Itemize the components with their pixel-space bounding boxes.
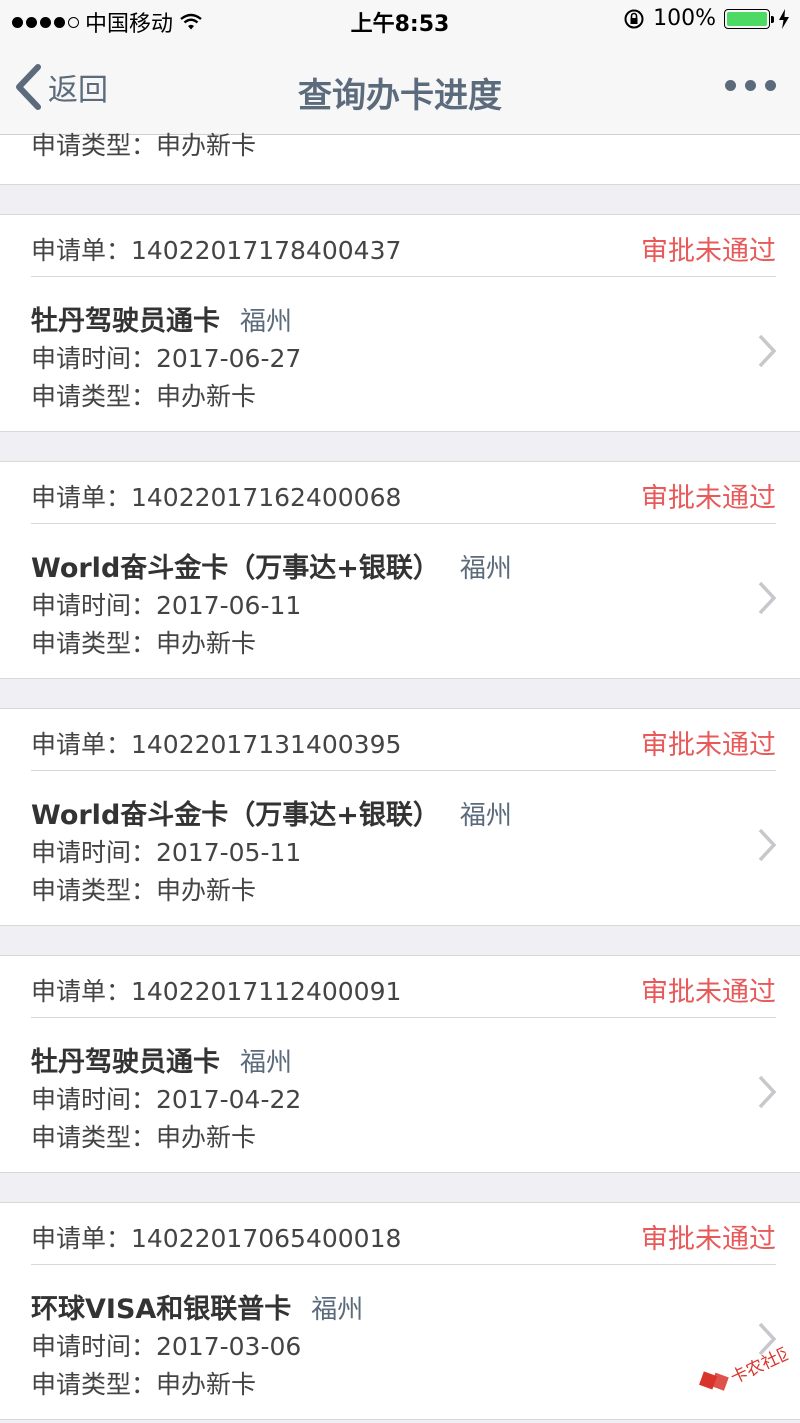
chevron-right-icon: [758, 581, 777, 615]
apply-time: 申请时间：2017-04-22: [31, 1085, 302, 1114]
card-city: 福州: [240, 1048, 293, 1078]
partial-list-item: 申请类型：申办新卡: [0, 133, 800, 185]
apply-time: 申请时间：2017-06-11: [31, 591, 302, 620]
card-name: 环球VISA和银联普卡: [31, 1294, 292, 1325]
apply-type: 申请类型：申办新卡: [31, 1123, 257, 1152]
application-card[interactable]: 申请单：14022017112400091 审批未通过 牡丹驾驶员通卡 福州 申…: [0, 955, 800, 1173]
apply-type: 申请类型：申办新卡: [31, 1370, 257, 1399]
chevron-right-icon: [758, 1075, 777, 1109]
application-card[interactable]: 申请单：14022017178400437 审批未通过 牡丹驾驶员通卡 福州 申…: [0, 214, 800, 432]
status-badge: 审批未通过: [641, 977, 776, 1008]
more-dot-icon: [745, 80, 756, 91]
order-number: 申请单：14022017162400068: [31, 483, 402, 512]
card-name: 牡丹驾驶员通卡: [31, 1047, 220, 1078]
order-number: 申请单：14022017112400091: [31, 977, 402, 1006]
more-button[interactable]: [725, 80, 776, 91]
status-badge: 审批未通过: [641, 730, 776, 761]
nav-bar: 返回 查询办卡进度: [0, 40, 800, 135]
chevron-right-icon: [758, 828, 777, 862]
chevron-right-icon: [758, 334, 777, 368]
card-header: 申请单：14022017065400018 审批未通过: [31, 1203, 776, 1265]
card-name: 牡丹驾驶员通卡: [31, 306, 220, 337]
card-header: 申请单：14022017178400437 审批未通过: [31, 215, 776, 277]
card-city: 福州: [459, 801, 512, 831]
apply-type: 申请类型：申办新卡: [31, 629, 257, 658]
battery-icon: [724, 8, 774, 29]
apply-time: 申请时间：2017-03-06: [31, 1332, 302, 1361]
card-city: 福州: [311, 1295, 364, 1325]
card-header: 申请单：14022017162400068 审批未通过: [31, 462, 776, 524]
more-dot-icon: [725, 80, 736, 91]
application-list: 申请类型：申办新卡 申请单：14022017178400437 审批未通过 牡丹…: [0, 133, 800, 1420]
rotation-lock-icon: [624, 9, 644, 28]
card-city: 福州: [240, 307, 293, 337]
status-badge: 审批未通过: [641, 1224, 776, 1255]
card-city: 福州: [459, 554, 512, 584]
application-card[interactable]: 申请单：14022017065400018 审批未通过 环球VISA和银联普卡 …: [0, 1202, 800, 1420]
apply-type: 申请类型：申办新卡: [31, 131, 257, 160]
application-card[interactable]: 申请单：14022017162400068 审批未通过 World奋斗金卡（万事…: [0, 461, 800, 679]
battery-percent: 100%: [653, 6, 716, 31]
apply-type: 申请类型：申办新卡: [31, 382, 257, 411]
card-header: 申请单：14022017131400395 审批未通过: [31, 709, 776, 771]
card-header: 申请单：14022017112400091 审批未通过: [31, 956, 776, 1018]
battery-group: 100%: [623, 6, 790, 31]
apply-type: 申请类型：申办新卡: [31, 876, 257, 905]
status-badge: 审批未通过: [641, 236, 776, 267]
card-name: World奋斗金卡（万事达+银联）: [31, 800, 440, 831]
page-title: 查询办卡进度: [298, 76, 502, 116]
more-dot-icon: [765, 80, 776, 91]
status-badge: 审批未通过: [641, 483, 776, 514]
order-number: 申请单：14022017131400395: [31, 730, 402, 759]
apply-time: 申请时间：2017-06-27: [31, 344, 302, 373]
order-number: 申请单：14022017065400018: [31, 1224, 402, 1253]
order-number: 申请单：14022017178400437: [31, 236, 402, 265]
card-name: World奋斗金卡（万事达+银联）: [31, 553, 440, 584]
status-bar: 中国移动 上午8:53 100%: [0, 0, 800, 40]
application-card[interactable]: 申请单：14022017131400395 审批未通过 World奋斗金卡（万事…: [0, 708, 800, 926]
charging-bolt-icon: [779, 8, 789, 29]
apply-time: 申请时间：2017-05-11: [31, 838, 302, 867]
